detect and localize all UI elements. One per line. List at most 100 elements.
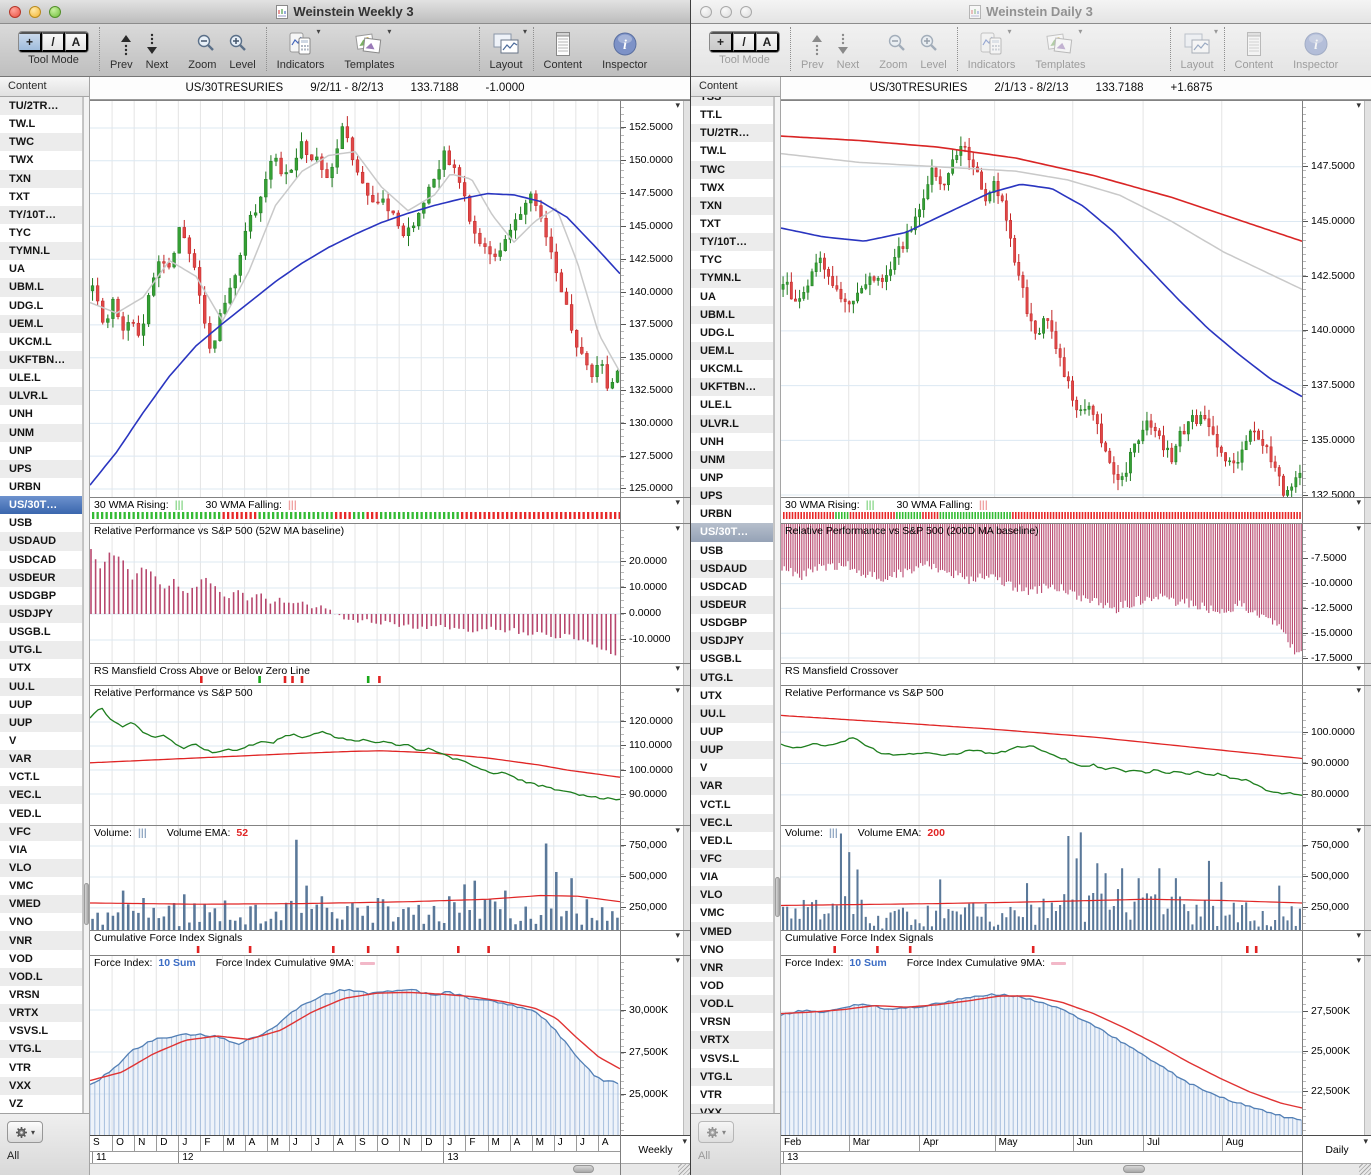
action-gear-button[interactable]: ▾ [7,1121,43,1143]
minimize-button[interactable] [720,6,732,18]
symbol-list-item[interactable]: US/30T… [691,523,773,541]
symbol-list-item[interactable]: USDEUR [691,596,773,614]
panel-menu-arrow-icon[interactable]: ▾ [1356,523,1361,534]
symbol-list-item[interactable]: UBM.L [0,278,82,296]
symbol-list-item[interactable]: TSS [691,97,773,106]
templates-icon[interactable] [354,31,384,57]
content-icon[interactable] [1245,31,1263,57]
symbol-list-item[interactable]: VTR [0,1058,82,1076]
symbol-list-item[interactable]: UNH [691,433,773,451]
zoom-out-icon[interactable] [887,33,907,55]
symbol-list-item[interactable]: UNM [691,451,773,469]
symbol-list-item[interactable]: UKCM.L [691,360,773,378]
panel-menu-arrow-icon[interactable]: ▾ [1356,685,1361,696]
symbol-list-item[interactable]: USGB.L [0,623,82,641]
symbol-list-item[interactable]: VXX [691,1104,773,1113]
panel-menu-arrow-icon[interactable]: ▾ [1356,955,1361,966]
symbol-list-item[interactable]: VRSN [691,1013,773,1031]
symbol-list-item[interactable]: USDGBP [691,614,773,632]
symbol-list-item[interactable]: TWX [0,151,82,169]
symbol-list-item[interactable]: V [0,732,82,750]
layout-icon[interactable] [492,32,520,56]
symbol-list-item[interactable]: VRTX [0,1004,82,1022]
close-button[interactable] [700,6,712,18]
symbol-list-item[interactable]: VIA [691,868,773,886]
symbol-list-item[interactable]: VLO [691,886,773,904]
symbol-list-item[interactable]: UBM.L [691,306,773,324]
symbol-list-item[interactable]: UDG.L [0,297,82,315]
symbol-list-item[interactable]: VNR [0,931,82,949]
symbol-list-item[interactable]: VIA [0,841,82,859]
symbol-list-item[interactable]: VZ [0,1095,82,1113]
symbol-list-item[interactable]: VNO [0,913,82,931]
wma-trend-strip[interactable]: 30 WMA Rising:|||30 WMA Falling:||| [781,497,1302,523]
symbol-list-item[interactable]: VTG.L [691,1068,773,1086]
symbol-list-item[interactable]: UPS [0,460,82,478]
tool-text-button[interactable]: A [756,32,779,52]
symbol-list-item[interactable]: UTG.L [0,641,82,659]
symbol-list-item[interactable]: TWC [0,133,82,151]
action-gear-button[interactable]: ▾ [698,1121,734,1143]
titlebar[interactable]: Weinstein Daily 3 [691,0,1371,24]
symbol-list-item[interactable]: UU.L [0,678,82,696]
panel-menu-arrow-icon[interactable]: ▾ [1356,930,1361,941]
mansfield-signal-strip[interactable]: RS Mansfield Cross Above or Below Zero L… [90,663,620,685]
close-button[interactable] [9,6,21,18]
panel-menu-arrow-icon[interactable]: ▾ [675,523,680,534]
symbol-list-item[interactable]: TXN [0,170,82,188]
symbol-list-item[interactable]: VMC [691,904,773,922]
zoom-out-icon[interactable] [196,33,216,55]
panel-menu-arrow-icon[interactable]: ▾ [1356,825,1361,836]
relative-performance-histogram[interactable]: Relative Performance vs S&P 500 (52W MA … [90,523,620,663]
panel-menu-arrow-icon[interactable]: ▾ [1356,100,1361,111]
volume-chart[interactable]: Volume:|||Volume EMA:200 [781,825,1302,930]
symbol-list-item[interactable]: UUP [0,714,82,732]
horizontal-scrollbar-thumb[interactable] [1123,1165,1145,1173]
symbol-list-item[interactable]: TU/2TR… [691,124,773,142]
horizontal-scrollbar[interactable] [90,1163,620,1175]
layout-icon[interactable] [1183,32,1211,56]
panel-menu-arrow-icon[interactable]: ▾ [675,663,680,674]
symbol-list-item[interactable]: USB [691,542,773,560]
symbol-list-item[interactable]: VEC.L [691,814,773,832]
zoom-window-button[interactable] [740,6,752,18]
symbol-list-item[interactable]: UKFTBN… [691,378,773,396]
content-icon[interactable] [554,31,572,57]
tool-crosshair-button[interactable]: + [710,32,733,52]
resize-grip[interactable] [678,1164,690,1175]
wma-trend-strip[interactable]: 30 WMA Rising:|||30 WMA Falling:||| [90,497,620,523]
symbol-list-item[interactable]: USDGBP [0,587,82,605]
symbol-list-item[interactable]: TW.L [691,142,773,160]
tool-crosshair-button[interactable]: + [19,32,42,52]
sidebar-scrollbar[interactable] [774,97,781,1113]
inspector-icon[interactable]: i [612,31,638,57]
symbol-list-item[interactable]: VRSN [0,986,82,1004]
symbol-list-item[interactable]: UDG.L [691,324,773,342]
symbol-list-item[interactable]: VTR [691,1086,773,1104]
titlebar[interactable]: Weinstein Weekly 3 [0,0,690,24]
symbol-list-item[interactable]: ULVR.L [0,387,82,405]
price-chart[interactable] [781,100,1302,497]
symbol-list-item[interactable]: TXT [691,215,773,233]
panel-menu-arrow-icon[interactable]: ▾ [675,100,680,111]
symbol-list-item[interactable]: UU.L [691,705,773,723]
symbol-list-item[interactable]: UPS [691,487,773,505]
symbol-list-item[interactable]: UUP [0,696,82,714]
symbol-list-item[interactable]: UEM.L [691,342,773,360]
symbol-list-item[interactable]: TW.L [0,115,82,133]
symbol-list-item[interactable]: VMED [0,895,82,913]
symbol-list-item[interactable]: ULE.L [691,396,773,414]
symbol-list-item[interactable]: US/30T… [0,496,82,514]
symbol-list-item[interactable]: TWX [691,179,773,197]
panel-menu-arrow-icon[interactable]: ▾ [1356,663,1361,674]
indicators-icon[interactable] [979,31,1005,57]
zoom-window-button[interactable] [49,6,61,18]
symbol-list-item[interactable]: UA [0,260,82,278]
symbol-list-item[interactable]: ULE.L [0,369,82,387]
symbol-list-item[interactable]: TT.L [691,106,773,124]
horizontal-scrollbar[interactable] [781,1163,1302,1175]
relative-performance-lines[interactable]: Relative Performance vs S&P 500 [90,685,620,825]
symbol-list-item[interactable]: UNH [0,405,82,423]
indicators-icon[interactable] [288,31,314,57]
force-index-chart[interactable]: Force Index:10 SumForce Index Cumulative… [781,955,1302,1135]
